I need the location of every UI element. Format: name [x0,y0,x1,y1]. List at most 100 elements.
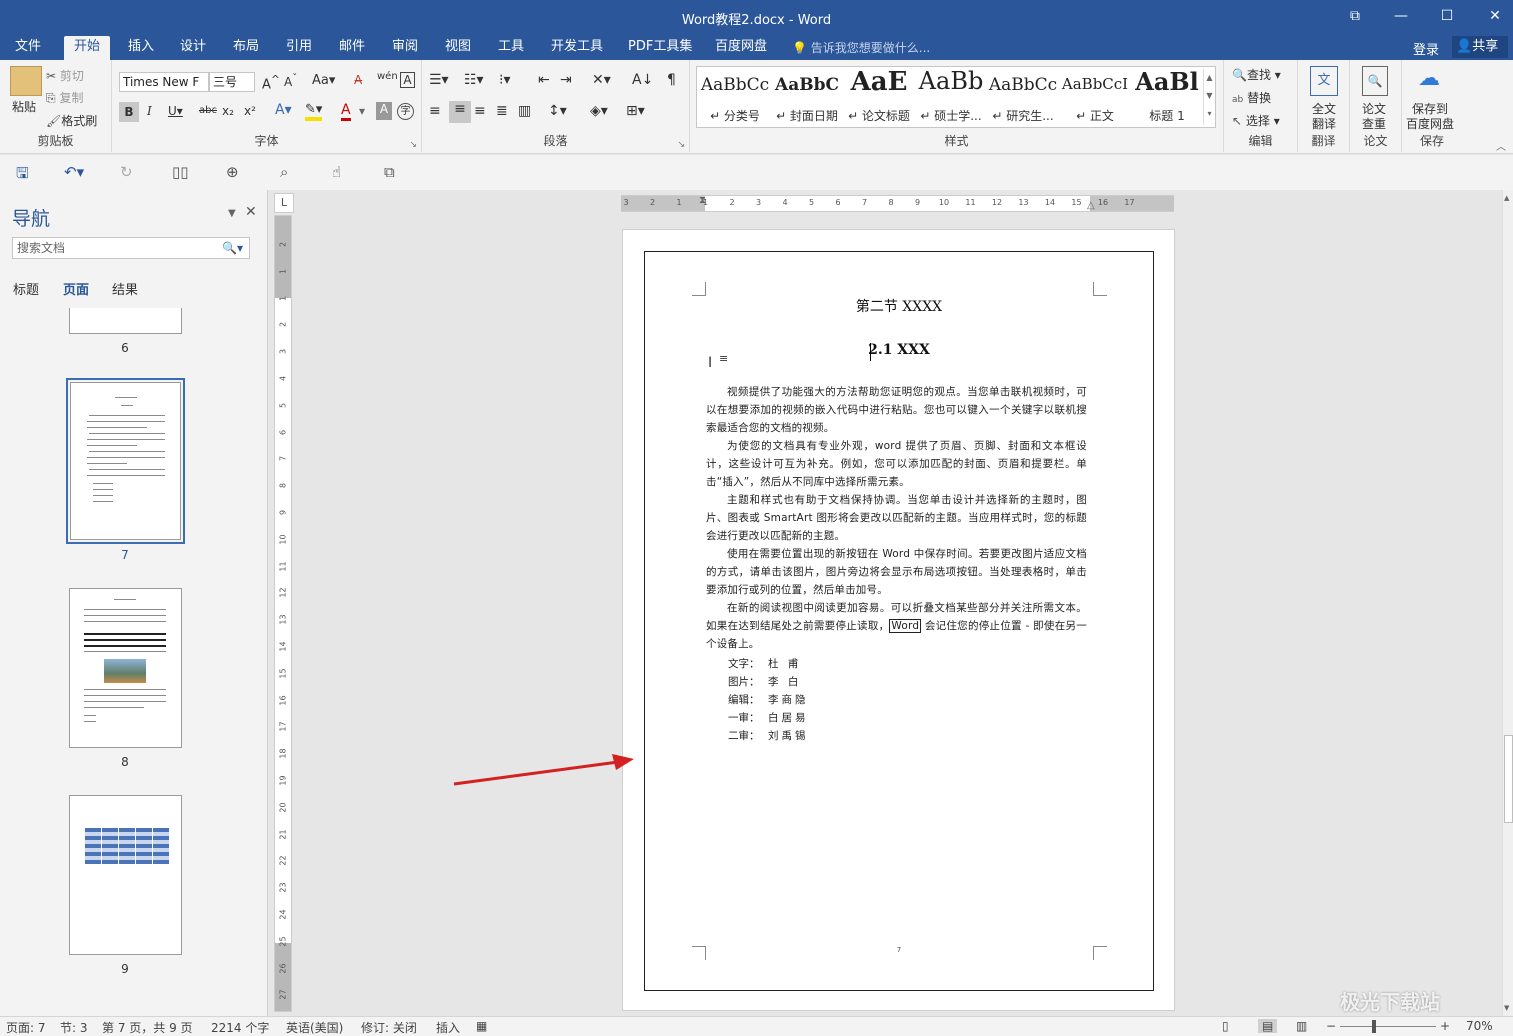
underline-icon[interactable]: U▾ [168,104,183,118]
tab-insert[interactable]: 插入 [128,38,154,60]
decrease-indent-icon[interactable]: ⇤ [538,72,550,88]
status-section[interactable]: 节: 3 [60,1019,88,1036]
tab-tools[interactable]: 工具 [498,38,524,60]
collapse-ribbon-icon[interactable]: ︿ [1496,138,1506,153]
search-icon[interactable]: 🔍▾ [222,238,243,258]
nav-search-input[interactable]: 搜索文档 🔍▾ [12,237,250,259]
sort-icon[interactable]: A↓ [632,72,653,88]
status-page[interactable]: 页面: 7 [6,1019,46,1036]
style-master-degree[interactable]: AaBb ↵ 硕士学... [915,67,987,127]
justify-icon[interactable]: ≣ [496,103,508,119]
numbering-icon[interactable]: ☷▾ [464,72,484,88]
format-painter-button[interactable]: 🖌格式刷 [46,112,97,129]
tab-developer[interactable]: 开发工具 [551,38,603,60]
horizontal-ruler[interactable]: 3 2 1 1 2 3 4 5 6 7 8 9 10 11 12 13 14 15 16 17 ⧗ △ [621,195,1174,212]
tab-layout[interactable]: 布局 [233,38,259,60]
nav-tab-results[interactable]: 结果 [112,279,138,298]
shrink-font-icon[interactable]: Aˇ [284,73,297,89]
web-layout-view-icon[interactable]: ▥ [1296,1019,1307,1033]
tell-me-search[interactable]: 💡 告诉我您想要做什么... [792,39,930,56]
align-right-icon[interactable]: ≡ [474,103,486,119]
borders-icon[interactable]: ⊞▾ [626,103,645,119]
change-case-icon[interactable]: Aa▾ [312,73,335,88]
tab-pdf-tools[interactable]: PDF工具集 [628,38,692,60]
font-color-icon[interactable]: A [341,102,351,121]
close-button[interactable]: ✕ [1480,5,1510,27]
status-insert-mode[interactable]: 插入 [436,1019,460,1036]
read-mode-view-icon[interactable]: ▯ [1222,1019,1229,1033]
customize-qat-icon[interactable]: ⧉ [384,163,395,181]
font-color-dropdown-icon[interactable]: ▾ [359,104,365,118]
text-effects-icon[interactable]: A▾ [275,102,292,118]
baidu-cloud-icon[interactable]: ☁ [1418,66,1440,91]
grow-font-icon[interactable]: A^ [262,73,280,92]
redo-icon[interactable]: ↻ [120,163,133,181]
scroll-down-icon[interactable]: ▼ [1504,1004,1509,1012]
align-left-icon[interactable]: ≡ [429,103,441,119]
tab-review[interactable]: 审阅 [392,38,418,60]
body-paragraph-4[interactable]: 使用在需要位置出现的新按钮在 Word 中保存时间。若要更改图片适应文档的方式，… [706,545,1087,599]
zoom-out-icon[interactable]: − [1326,1019,1336,1033]
body-paragraph-5[interactable]: 在新的阅读视图中阅读更加容易。可以折叠文档某些部分并关注所需文本。如果在达到结尾… [706,599,1087,653]
align-center-icon[interactable]: ≡ [449,101,471,123]
web-layout-icon[interactable]: ⊕ [226,163,239,181]
body-paragraph-2[interactable]: 为使您的文档具有专业外观，word 提供了页眉、页脚、封面和文本框设计，这些设计… [706,437,1087,491]
zoom-in-icon[interactable]: + [1440,1019,1450,1033]
scroll-up-icon[interactable]: ▲ [1504,194,1509,202]
paragraph-dialog-launcher-icon[interactable]: ↘ [677,140,685,150]
login-button[interactable]: 登录 [1413,39,1439,58]
body-paragraph-3[interactable]: 主题和样式也有助于文档保持协调。当您单击设计并选择新的主题时，图片、图表或 Sm… [706,491,1087,545]
pinyin-guide-icon[interactable]: wén [377,71,398,82]
style-paper-title[interactable]: AaE ↵ 论文标题 [843,67,915,127]
section-title[interactable]: 第二节 XXXX [644,296,1154,316]
font-size-select[interactable]: 三号 [209,72,255,92]
tab-baidu-netdisk[interactable]: 百度网盘 [715,38,767,60]
page-thumbnail-7[interactable] [70,382,181,540]
cut-button[interactable]: ✂ 剪切 [46,67,84,84]
distributed-icon[interactable]: ▥ [518,103,531,119]
superscript-icon[interactable]: x² [244,104,256,118]
style-cover-date[interactable]: AaBbC ↵ 封面日期 [771,67,843,127]
nav-options-icon[interactable]: ▼ [228,208,236,219]
nav-tab-pages[interactable]: 页面 [63,279,89,298]
char-border-icon[interactable]: A [400,72,415,88]
char-shading-icon[interactable]: A [376,102,392,120]
chinese-layout-icon[interactable]: ✕▾ [592,72,611,88]
bullets-icon[interactable]: ☰▾ [429,72,449,88]
credit-line[interactable]: 文字：杜 甫 [728,656,798,671]
undo-icon[interactable]: ↶▾ [64,163,84,181]
scrollbar-thumb[interactable] [1504,735,1513,823]
minimize-button[interactable]: — [1386,5,1416,27]
find-button[interactable]: 🔍查找 ▾ [1232,66,1281,83]
credit-line[interactable]: 图片：李 白 [728,674,798,689]
maximize-button[interactable]: ☐ [1432,5,1462,27]
tab-selector[interactable]: L [274,193,294,213]
page-thumbnail-8[interactable] [69,588,182,748]
boxed-word[interactable]: Word [889,619,922,633]
save-to-baidu-button-line2[interactable]: 百度网盘 [1406,115,1454,132]
bold-icon[interactable]: B [119,102,139,122]
touch-mode-icon[interactable]: ☝ [332,163,341,181]
page-thumbnail-9[interactable] [69,795,182,955]
credit-line[interactable]: 一审： 白居易 [728,710,806,725]
ribbon-display-options-icon[interactable]: ⧉ [1340,5,1370,27]
read-mode-icon[interactable]: ▯▯ [172,163,189,181]
styles-scroll-icon[interactable]: ▲ ▼ ▾ [1203,69,1215,125]
nav-close-icon[interactable]: ✕ [245,204,257,220]
clear-format-icon[interactable]: A̶ [354,73,362,87]
style-classification-number[interactable]: AaBbCc ↵ 分类号 [699,67,771,127]
print-layout-view-icon[interactable]: ▤ [1258,1019,1278,1033]
credit-line[interactable]: 二审： 刘禹锡 [728,728,806,743]
highlight-icon[interactable]: ✎▾ [305,102,323,121]
save-icon[interactable]: 🖫 [16,163,29,188]
tab-home[interactable]: 开始 [64,36,111,60]
style-heading-1[interactable]: AaBl 标题 1 [1131,67,1203,127]
paper-check-button-line2[interactable]: 查重 [1362,115,1386,132]
select-button[interactable]: ↖ 选择 ▾ [1232,112,1280,129]
share-button[interactable]: 👤共享 [1452,36,1508,58]
tab-file[interactable]: 文件 [15,38,41,60]
tab-references[interactable]: 引用 [286,38,312,60]
zoom-slider[interactable] [1340,1026,1436,1027]
translate-icon[interactable]: 文 [1310,66,1338,96]
tab-design[interactable]: 设计 [180,38,206,60]
